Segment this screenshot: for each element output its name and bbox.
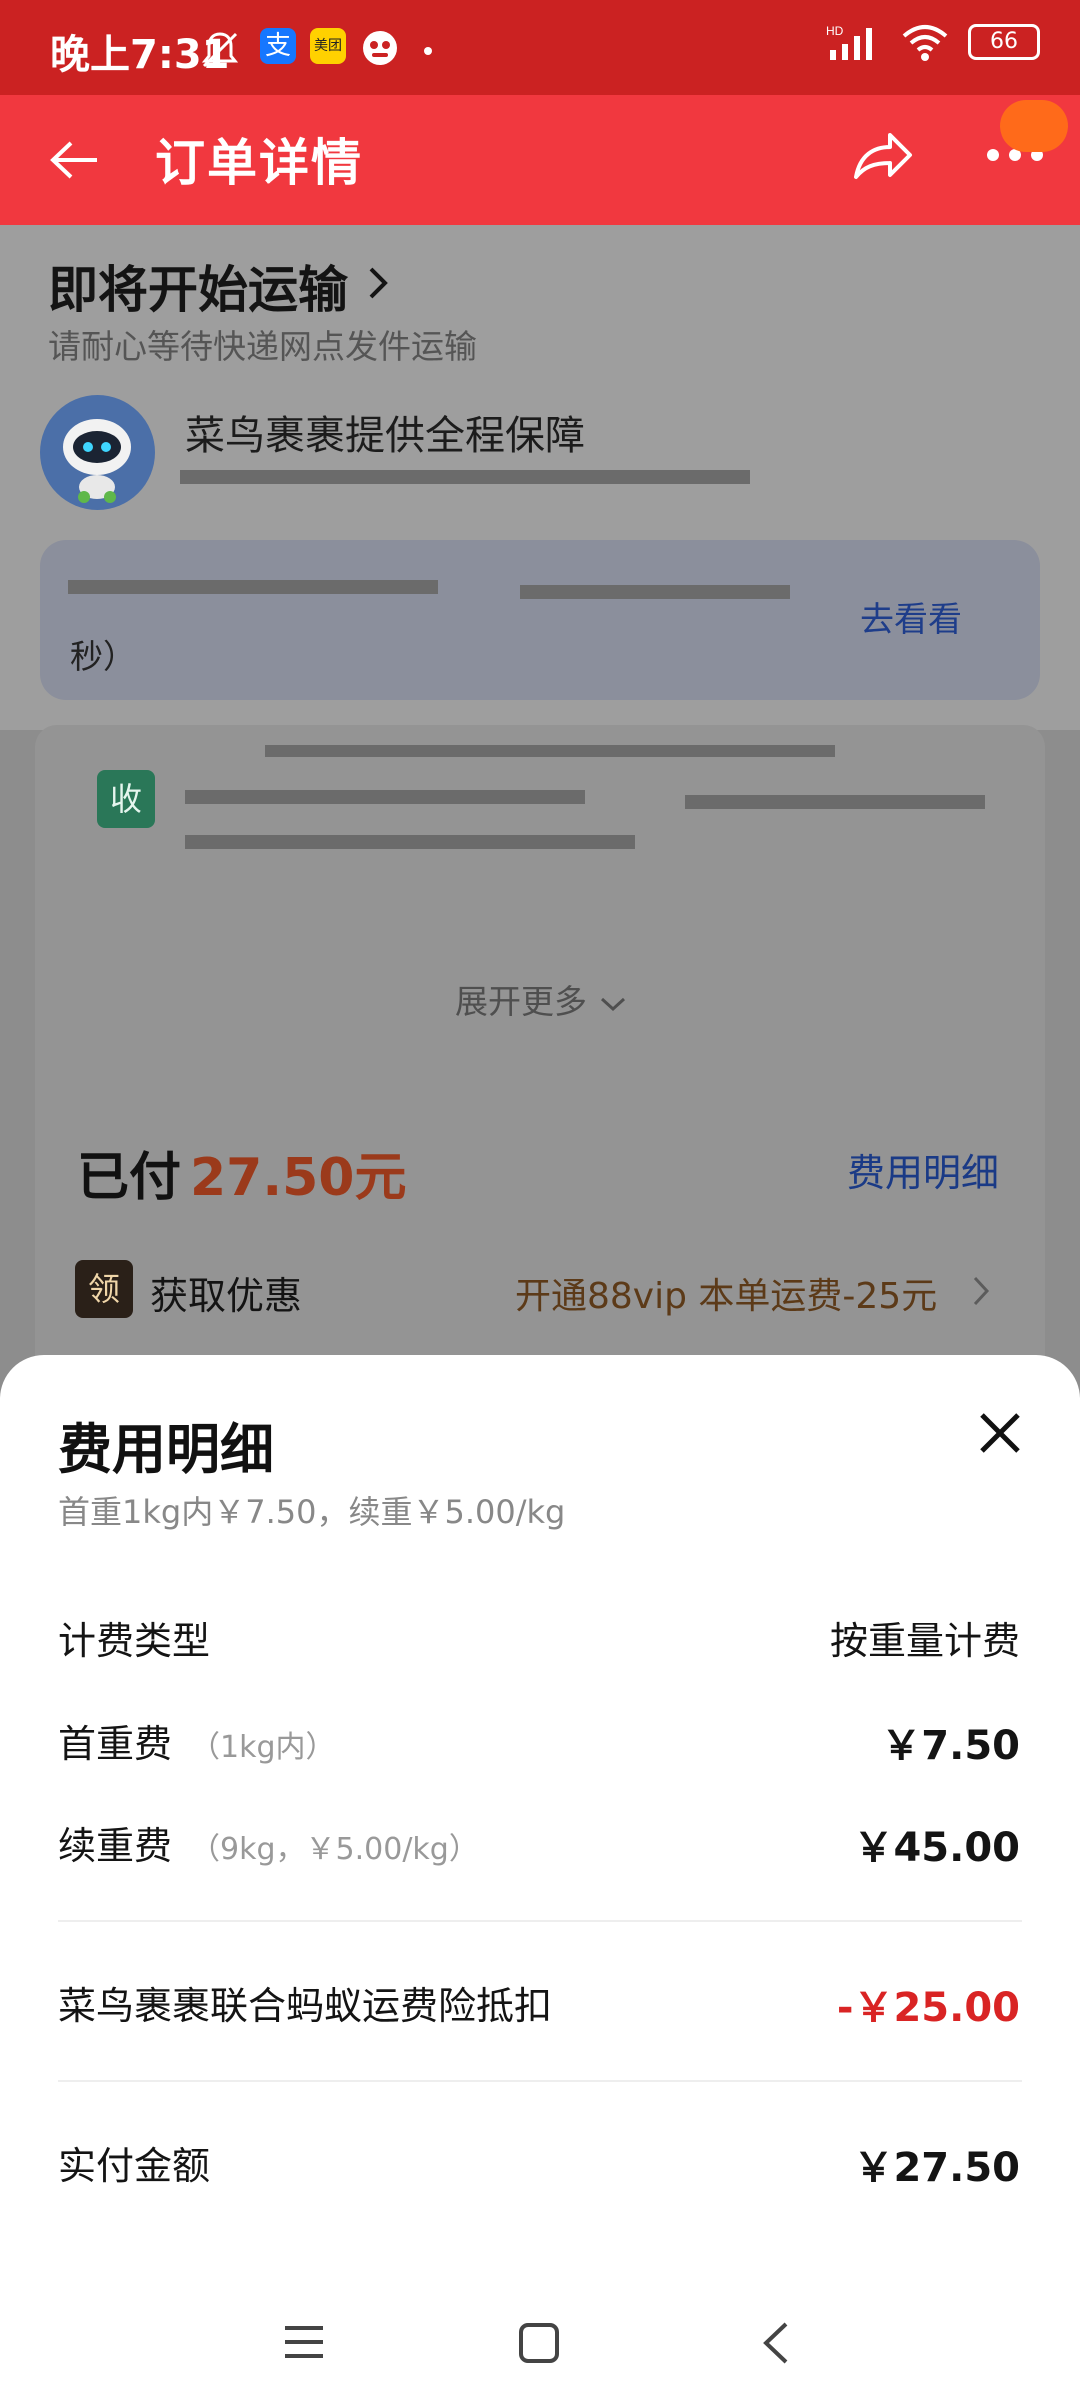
status-right: HD 66 [826,22,1040,62]
close-icon[interactable] [970,1403,1030,1463]
coupon-title[interactable]: 获取优惠 [150,1265,302,1320]
insurance-label: 菜鸟裹裹联合蚂蚁运费险抵扣 [58,1984,553,2028]
page-title: 订单详情 [155,134,363,192]
paid-amount: 27.50元 [190,1148,407,1208]
redacted-text [185,835,635,849]
chevron-right-icon [369,267,388,299]
tip-bubble[interactable]: 秒） 去看看 [40,540,1040,700]
redacted-text [265,745,835,757]
first-weight-note: （1kg内） [190,1730,336,1765]
extra-weight-note: （9kg，￥5.00/kg） [190,1832,479,1867]
paid-label: 已付 [77,1148,182,1208]
coupon-badge: 领 [75,1260,133,1318]
chevron-down-icon [600,997,625,1011]
divider [58,2080,1022,2082]
redacted-text [68,580,438,594]
shipping-status-sub: 请耐心等待快递网点发件运输 [48,327,477,366]
wifi-icon [902,25,948,61]
fee-detail-link[interactable]: 费用明细 [847,1142,999,1197]
signal-icon: HD [826,24,872,60]
app-header: 订单详情 [0,95,1080,225]
shipping-card: 即将开始运输 请耐心等待快递网点发件运输 菜鸟裹裹提供全程保障 秒） 去看看 [0,225,1080,730]
first-weight-label: 首重费 [58,1722,173,1766]
extra-weight-label: 续重费 [58,1824,173,1868]
mute-icon [201,32,239,68]
extra-weight-value: ￥45.00 [853,1825,1020,1871]
billing-type-label: 计费类型 [58,1619,211,1663]
view-link[interactable]: 去看看 [860,592,962,641]
redacted-text [520,585,790,599]
divider [58,1920,1022,1922]
robot-mascot-icon [63,419,131,503]
taobao-icon [363,31,397,65]
sheet-subtitle: 首重1kg内￥7.50，续重￥5.00/kg [58,1493,566,1531]
expand-more-button[interactable]: 展开更多 [455,975,628,1023]
meituan-icon: 美团 [310,28,346,64]
menu-icon[interactable] [283,2322,325,2362]
extra-weight-row: 续重费 （9kg，￥5.00/kg） [58,1815,479,1870]
fee-detail-sheet: 费用明细 首重1kg内￥7.50，续重￥5.00/kg 计费类型 按重量计费 首… [0,1355,1080,2400]
bubble-text: 秒） [70,637,136,676]
first-weight-value: ￥7.50 [881,1723,1020,1769]
mascot-badge[interactable] [1000,100,1068,152]
shipping-status-title[interactable]: 即将开始运输 [48,250,348,322]
share-icon[interactable] [850,125,916,187]
chevron-right-icon [973,1276,990,1306]
coupon-offer[interactable]: 开通88vip 本单运费-25元 [515,1267,937,1319]
battery-icon: 66 [968,24,1040,60]
guarantee-text: 菜鸟裹裹提供全程保障 [185,413,585,459]
home-icon[interactable] [518,2322,560,2364]
receiver-badge: 收 [97,770,155,828]
actual-paid-label: 实付金额 [58,2144,211,2188]
status-bar: 晚上7:31 支 美团 HD 66 [0,0,1080,95]
arrow-left-icon[interactable] [45,135,105,185]
system-nav-bar [0,2280,1080,2400]
redacted-text [180,470,750,484]
actual-paid-value: ￥27.50 [853,2145,1020,2191]
alipay-icon: 支 [260,28,296,64]
dot-icon [424,47,432,55]
insurance-value: -￥25.00 [836,1985,1020,2031]
expand-more-label: 展开更多 [455,982,587,1021]
svg-text:HD: HD [826,24,844,38]
sheet-title: 费用明细 [58,1418,274,1481]
redacted-text [685,795,985,809]
back-icon[interactable] [758,2320,792,2366]
redacted-text [185,790,585,804]
payment-card: 已付 27.50元 费用明细 领 获取优惠 开通88vip 本单运费-25元 [35,1085,1045,1385]
avatar [40,395,155,510]
billing-type-value: 按重量计费 [829,1619,1020,1663]
first-weight-row: 首重费 （1kg内） [58,1713,336,1768]
